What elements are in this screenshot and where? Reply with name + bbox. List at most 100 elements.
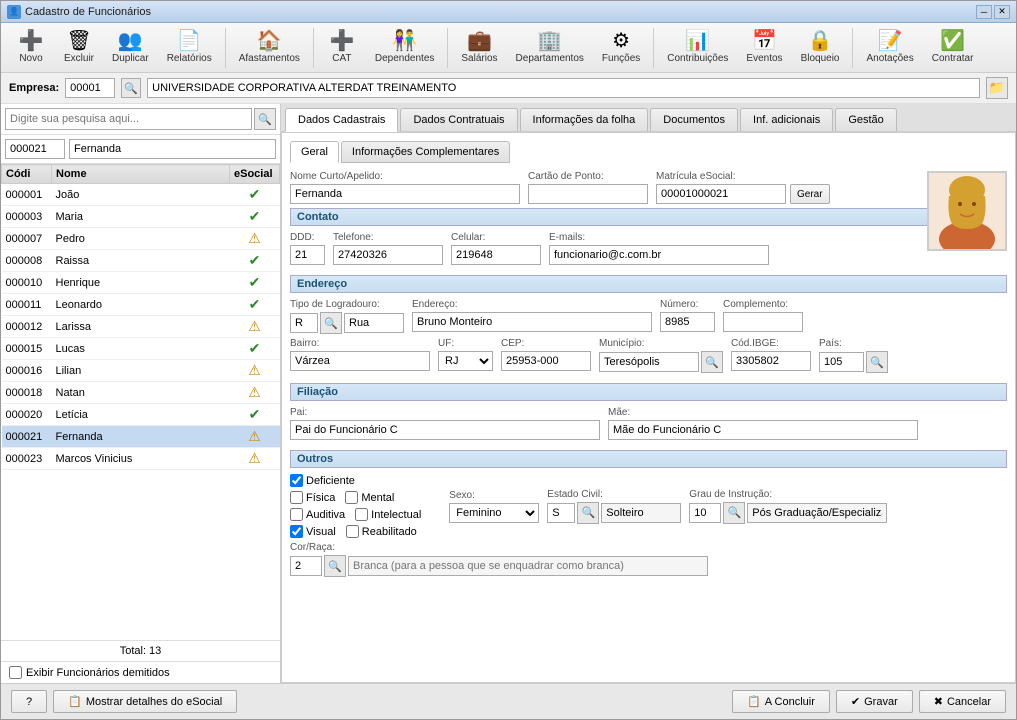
municipio-search-button[interactable]: 🔍	[701, 351, 723, 373]
cod-ibge-input[interactable]	[731, 351, 811, 371]
tipo-logradouro-search-button[interactable]: 🔍	[320, 312, 342, 334]
matricula-esocial-input[interactable]	[656, 184, 786, 204]
sub-tab-info-complementares[interactable]: Informações Complementares	[341, 141, 510, 163]
tab-dados-cadastrais[interactable]: Dados Cadastrais	[285, 108, 398, 132]
estado-civil-code-input[interactable]	[547, 503, 575, 523]
cancelar-button[interactable]: ✖ Cancelar	[919, 690, 1006, 713]
gravar-button[interactable]: ✔ Gravar	[836, 690, 913, 713]
help-button[interactable]: ?	[11, 690, 47, 713]
toolbar-btn-novo[interactable]: ➕Novo	[9, 27, 53, 68]
gerar-button[interactable]: Gerar	[790, 184, 830, 204]
toolbar-btn-anotacoes[interactable]: 📝Anotações	[859, 27, 920, 68]
table-row[interactable]: 000010Henrique✔	[2, 272, 280, 294]
email-input[interactable]	[549, 245, 769, 265]
tipo-logradouro-field: Tipo de Logradouro: 🔍	[290, 299, 404, 334]
minimize-button[interactable]: ─	[976, 5, 992, 19]
funcoes-icon: ⚙	[612, 31, 630, 51]
municipio-input[interactable]	[599, 352, 699, 372]
mental-label: Mental	[361, 492, 394, 504]
cartao-ponto-input[interactable]	[528, 184, 648, 204]
nome-curto-input[interactable]	[290, 184, 520, 204]
cep-input[interactable]	[501, 351, 591, 371]
tipo-logradouro-desc-input[interactable]	[344, 313, 404, 333]
filiacao-section: Filiação Pai: Mãe:	[290, 383, 1007, 440]
uf-select[interactable]: ACALAMAPBACEDFESGOMAMGMSMTPAPBPEPIPRRJRN…	[438, 351, 493, 371]
employee-name: Larissa	[52, 316, 230, 338]
close-button[interactable]: ✕	[994, 5, 1010, 19]
toolbar-btn-contratar[interactable]: ✅Contratar	[925, 27, 981, 68]
employee-esocial: ✔	[230, 272, 280, 294]
table-row[interactable]: 000012Larissa⚠	[2, 316, 280, 338]
table-row[interactable]: 000003Maria✔	[2, 206, 280, 228]
table-row[interactable]: 000020Letícia✔	[2, 404, 280, 426]
empresa-search-button[interactable]: 🔍	[121, 78, 141, 98]
toolbar-separator	[852, 28, 853, 68]
table-row[interactable]: 000021Fernanda⚠	[2, 426, 280, 448]
pai-input[interactable]	[290, 420, 600, 440]
search-button[interactable]: 🔍	[254, 108, 276, 130]
table-row[interactable]: 000008Raissa✔	[2, 250, 280, 272]
toolbar-btn-eventos[interactable]: 📅Eventos	[739, 27, 789, 68]
auditiva-checkbox[interactable]	[290, 508, 303, 521]
tipo-logradouro-input[interactable]	[290, 313, 318, 333]
table-row[interactable]: 000015Lucas✔	[2, 338, 280, 360]
endereco-input[interactable]	[412, 312, 652, 332]
cor-raca-code-input[interactable]	[290, 556, 322, 576]
concluir-button[interactable]: 📋 A Concluir	[732, 690, 830, 713]
sub-tab-geral[interactable]: Geral	[290, 141, 339, 163]
tab-inf-adicionais[interactable]: Inf. adicionais	[740, 108, 833, 131]
empresa-code-input[interactable]	[65, 78, 115, 98]
toolbar-btn-bloqueio[interactable]: 🔒Bloqueio	[794, 27, 847, 68]
toolbar-btn-cat[interactable]: ➕CAT	[320, 27, 364, 68]
empresa-name-input[interactable]	[147, 78, 980, 98]
show-dismissed-checkbox[interactable]	[9, 666, 22, 679]
search-input[interactable]	[5, 108, 252, 130]
ddd-input[interactable]	[290, 245, 325, 265]
pais-input[interactable]	[819, 352, 864, 372]
reabilitado-checkbox[interactable]	[346, 525, 359, 538]
table-row[interactable]: 000023Marcos Vinicius⚠	[2, 448, 280, 470]
telefone-input[interactable]	[333, 245, 443, 265]
complemento-input[interactable]	[723, 312, 803, 332]
tab-gestao[interactable]: Gestão	[835, 108, 896, 131]
grau-instrucao-code-input[interactable]	[689, 503, 721, 523]
fisica-checkbox[interactable]	[290, 491, 303, 504]
visual-checkbox[interactable]	[290, 525, 303, 538]
toolbar-btn-excluir[interactable]: 🗑Excluir	[57, 27, 101, 68]
table-row[interactable]: 000001João✔	[2, 184, 280, 206]
tab-documentos[interactable]: Documentos	[650, 108, 738, 131]
cor-raca-search-button[interactable]: 🔍	[324, 555, 346, 577]
toolbar-btn-dependentes[interactable]: 👫Dependentes	[368, 27, 442, 68]
table-row[interactable]: 000018Natan⚠	[2, 382, 280, 404]
employee-name-input[interactable]	[69, 139, 276, 159]
esocial-button[interactable]: 📋 Mostrar detalhes do eSocial	[53, 690, 237, 713]
intelectual-checkbox[interactable]	[355, 508, 368, 521]
table-row[interactable]: 000016Lilian⚠	[2, 360, 280, 382]
tab-info-folha[interactable]: Informações da folha	[520, 108, 649, 131]
tab-dados-contratuais[interactable]: Dados Contratuais	[400, 108, 517, 131]
toolbar-btn-salarios[interactable]: 💼Salários	[454, 27, 504, 68]
celular-input[interactable]	[451, 245, 541, 265]
deficiente-checkbox[interactable]	[290, 474, 303, 487]
pais-label: País:	[819, 338, 888, 349]
bairro-input[interactable]	[290, 351, 430, 371]
pais-search-button[interactable]: 🔍	[866, 351, 888, 373]
cartao-ponto-label: Cartão de Ponto:	[528, 171, 648, 182]
grau-instrucao-search-button[interactable]: 🔍	[723, 502, 745, 524]
employee-code-input[interactable]	[5, 139, 65, 159]
toolbar-btn-departamentos[interactable]: 🏢Departamentos	[509, 27, 591, 68]
table-row[interactable]: 000007Pedro⚠	[2, 228, 280, 250]
sexo-select[interactable]: Feminino Masculino	[449, 503, 539, 523]
numero-input[interactable]	[660, 312, 715, 332]
mental-checkbox[interactable]	[345, 491, 358, 504]
toolbar-btn-contribuicoes[interactable]: 📊Contribuições	[660, 27, 735, 68]
toolbar-btn-afastamentos[interactable]: 🏠Afastamentos	[232, 27, 307, 68]
empresa-folder-button[interactable]: 📁	[986, 77, 1008, 99]
estado-civil-search-button[interactable]: 🔍	[577, 502, 599, 524]
toolbar-btn-duplicar[interactable]: 👥Duplicar	[105, 27, 156, 68]
toolbar-btn-relatorios[interactable]: 📄Relatórios	[160, 27, 219, 68]
employee-esocial: ✔	[230, 250, 280, 272]
toolbar-btn-funcoes[interactable]: ⚙Funções	[595, 27, 647, 68]
table-row[interactable]: 000011Leonardo✔	[2, 294, 280, 316]
mae-input[interactable]	[608, 420, 918, 440]
